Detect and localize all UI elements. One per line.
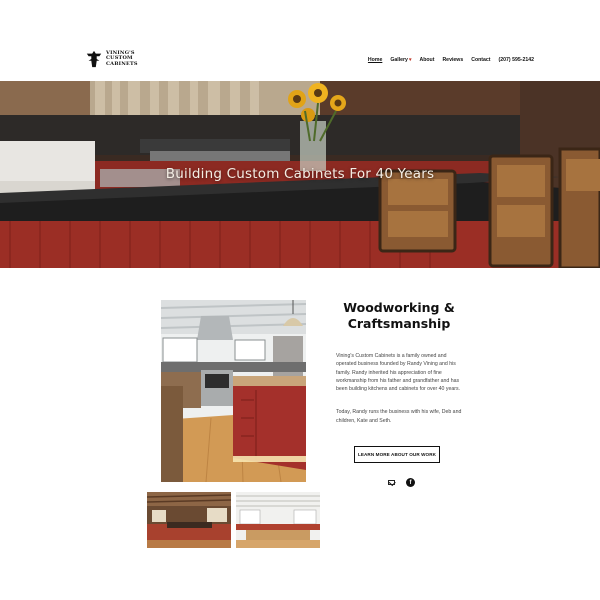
- about-paragraph-2: Today, Randy runs the business with his …: [336, 409, 462, 424]
- learn-more-button[interactable]: LEARN MORE ABOUT OUR WORK: [354, 446, 440, 463]
- hero-title: Building Custom Cabinets For 40 Years: [165, 166, 435, 182]
- kitchen-photo-main[interactable]: [161, 300, 306, 482]
- kitchen-photo-thumb-1[interactable]: [147, 492, 231, 548]
- kitchen-thumb-image-1: [147, 492, 231, 548]
- nav-item-reviews[interactable]: Reviews: [442, 57, 463, 63]
- logo-line-3: CABINETS: [106, 60, 138, 67]
- facebook-icon[interactable]: f: [406, 478, 415, 487]
- chevron-down-icon: ▾: [408, 57, 412, 63]
- site-header: VINING'S CUSTOM CABINETS Home Gallery▾ A…: [0, 0, 600, 81]
- mail-icon[interactable]: [388, 480, 395, 485]
- about-section: Woodworking & Craftsmanship Vining's Cus…: [336, 300, 462, 425]
- about-paragraph-1: Vining's Custom Cabinets is a family own…: [336, 353, 461, 393]
- nav-item-gallery[interactable]: Gallery▾: [390, 57, 411, 63]
- logo-wordmark: VINING'S CUSTOM CABINETS: [106, 50, 138, 68]
- site-logo[interactable]: VINING'S CUSTOM CABINETS: [85, 50, 138, 68]
- main-nav: Home Gallery▾ About Reviews Contact (207…: [368, 57, 534, 63]
- kitchen-island-image: [161, 300, 306, 482]
- nav-item-about[interactable]: About: [419, 57, 434, 63]
- kitchen-thumb-image-2: [236, 492, 320, 548]
- nav-item-home[interactable]: Home: [368, 57, 382, 63]
- nav-item-gallery-label: Gallery: [390, 57, 408, 63]
- thunderbird-logo-icon: [86, 50, 102, 68]
- about-heading: Woodworking & Craftsmanship: [343, 300, 455, 331]
- social-links: f: [388, 478, 415, 487]
- nav-item-contact[interactable]: Contact: [471, 57, 490, 63]
- hero-banner: Building Custom Cabinets For 40 Years: [0, 81, 600, 268]
- kitchen-photo-thumb-2[interactable]: [236, 492, 320, 548]
- nav-item-phone[interactable]: (207) 595-2142: [499, 57, 534, 63]
